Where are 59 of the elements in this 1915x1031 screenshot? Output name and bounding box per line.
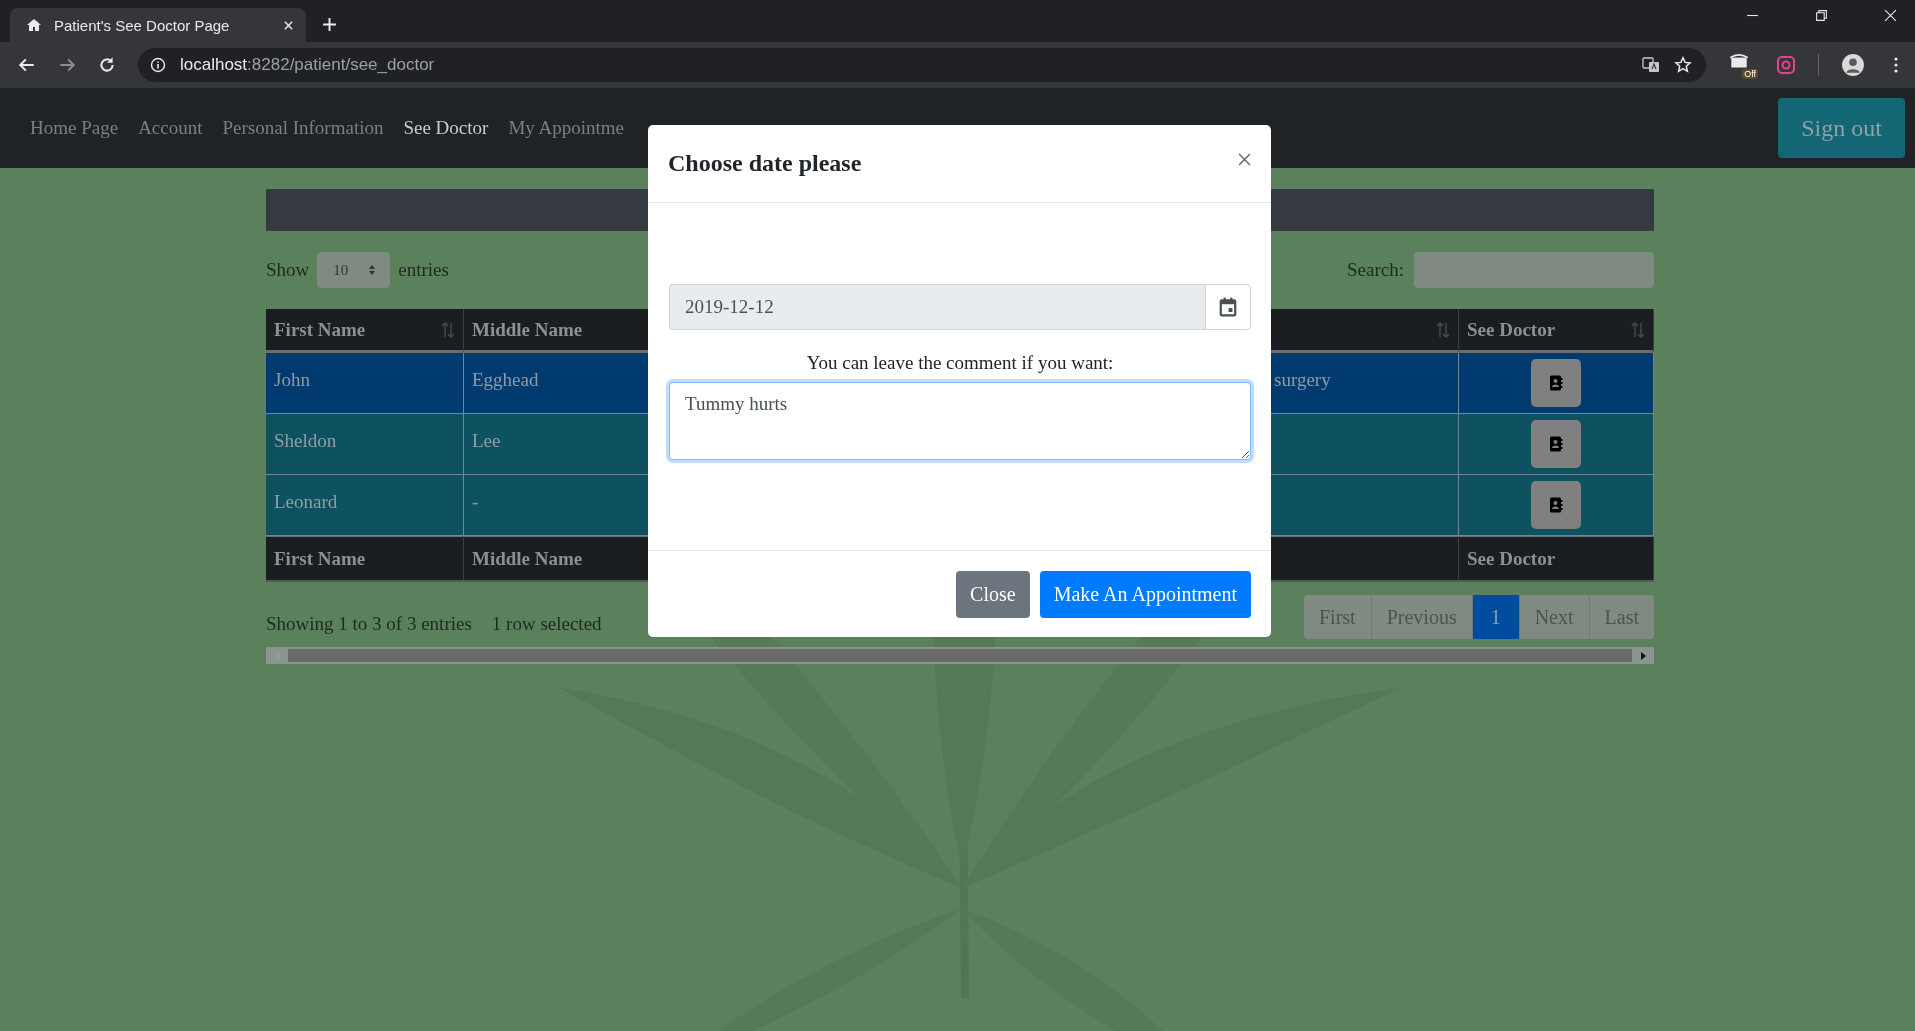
sort-caret-icon bbox=[368, 264, 377, 276]
nav-link[interactable]: Personal Information bbox=[222, 117, 384, 139]
contact-book-icon bbox=[1549, 375, 1563, 391]
table-cell: surgery bbox=[1271, 353, 1459, 414]
home-icon bbox=[26, 17, 42, 33]
selection-info: 1 row selected bbox=[491, 613, 602, 635]
search-field[interactable] bbox=[1414, 252, 1654, 288]
show-label: Show bbox=[266, 259, 310, 281]
camera-icon[interactable] bbox=[1776, 55, 1796, 75]
column-footer: See Doctor bbox=[1459, 536, 1654, 580]
column-header[interactable] bbox=[1271, 309, 1459, 353]
nav-link[interactable]: See Doctor bbox=[403, 117, 489, 139]
comment-label: You can leave the comment if you want: bbox=[806, 352, 1114, 374]
scroll-right-icon[interactable] bbox=[1640, 651, 1646, 660]
reload-icon[interactable] bbox=[98, 56, 116, 74]
forward-arrow-icon[interactable] bbox=[58, 56, 76, 74]
entries-label: entries bbox=[398, 259, 449, 281]
browser-tab[interactable]: Patient's See Doctor Page bbox=[10, 8, 306, 42]
table-cell: John bbox=[266, 353, 464, 414]
comment-field[interactable]: Tummy hurts bbox=[669, 382, 1251, 460]
sign-out-button[interactable]: Sign out bbox=[1778, 98, 1905, 158]
sort-icon bbox=[441, 320, 455, 339]
column-header[interactable]: See Doctor bbox=[1459, 309, 1654, 353]
sort-icon bbox=[1436, 320, 1450, 339]
close-button[interactable]: Close bbox=[956, 570, 1030, 618]
translate-icon[interactable] bbox=[1642, 56, 1660, 74]
contact-book-icon bbox=[1549, 436, 1563, 452]
url-text: localhost:8282/patient/see_doctor bbox=[180, 55, 435, 75]
nav-link[interactable]: My Appointme bbox=[508, 117, 624, 139]
horizontal-scrollbar[interactable] bbox=[266, 647, 1654, 664]
see-doctor-button[interactable] bbox=[1531, 359, 1581, 407]
star-icon[interactable] bbox=[1674, 56, 1692, 74]
nav-link[interactable]: Home Page bbox=[30, 117, 119, 139]
nav-link[interactable]: Account bbox=[138, 117, 203, 139]
entries-info: Showing 1 to 3 of 3 entries bbox=[266, 613, 472, 635]
table-cell: Sheldon bbox=[266, 414, 464, 475]
address-field[interactable]: localhost:8282/patient/see_doctor bbox=[138, 48, 1706, 82]
close-icon[interactable] bbox=[1238, 153, 1251, 166]
plus-icon[interactable] bbox=[322, 17, 337, 32]
pagination-button[interactable]: 1 bbox=[1472, 595, 1520, 639]
see-doctor-button[interactable] bbox=[1531, 420, 1581, 468]
sort-icon bbox=[1631, 320, 1645, 339]
see-doctor-button[interactable] bbox=[1531, 481, 1581, 529]
calendar-icon bbox=[1219, 297, 1237, 317]
restore-icon[interactable] bbox=[1815, 9, 1828, 22]
appointment-button[interactable]: Make An Appointment bbox=[1039, 570, 1251, 618]
avatar-icon[interactable] bbox=[1841, 53, 1865, 77]
date-field[interactable]: 2019-12-12 bbox=[669, 284, 1205, 330]
back-arrow-icon[interactable] bbox=[18, 56, 36, 74]
contact-book-icon bbox=[1549, 497, 1563, 513]
column-footer: First Name bbox=[266, 536, 464, 580]
calendar-button[interactable] bbox=[1205, 284, 1251, 330]
table-cell: Leonard bbox=[266, 475, 464, 536]
tab-title: Patient's See Doctor Page bbox=[54, 16, 231, 34]
page-length-select[interactable]: 10 bbox=[317, 252, 391, 288]
column-header[interactable]: First Name bbox=[266, 309, 464, 353]
info-icon bbox=[150, 57, 166, 73]
search-label: Search: bbox=[1347, 259, 1404, 281]
modal-title: Choose date please bbox=[668, 150, 862, 177]
